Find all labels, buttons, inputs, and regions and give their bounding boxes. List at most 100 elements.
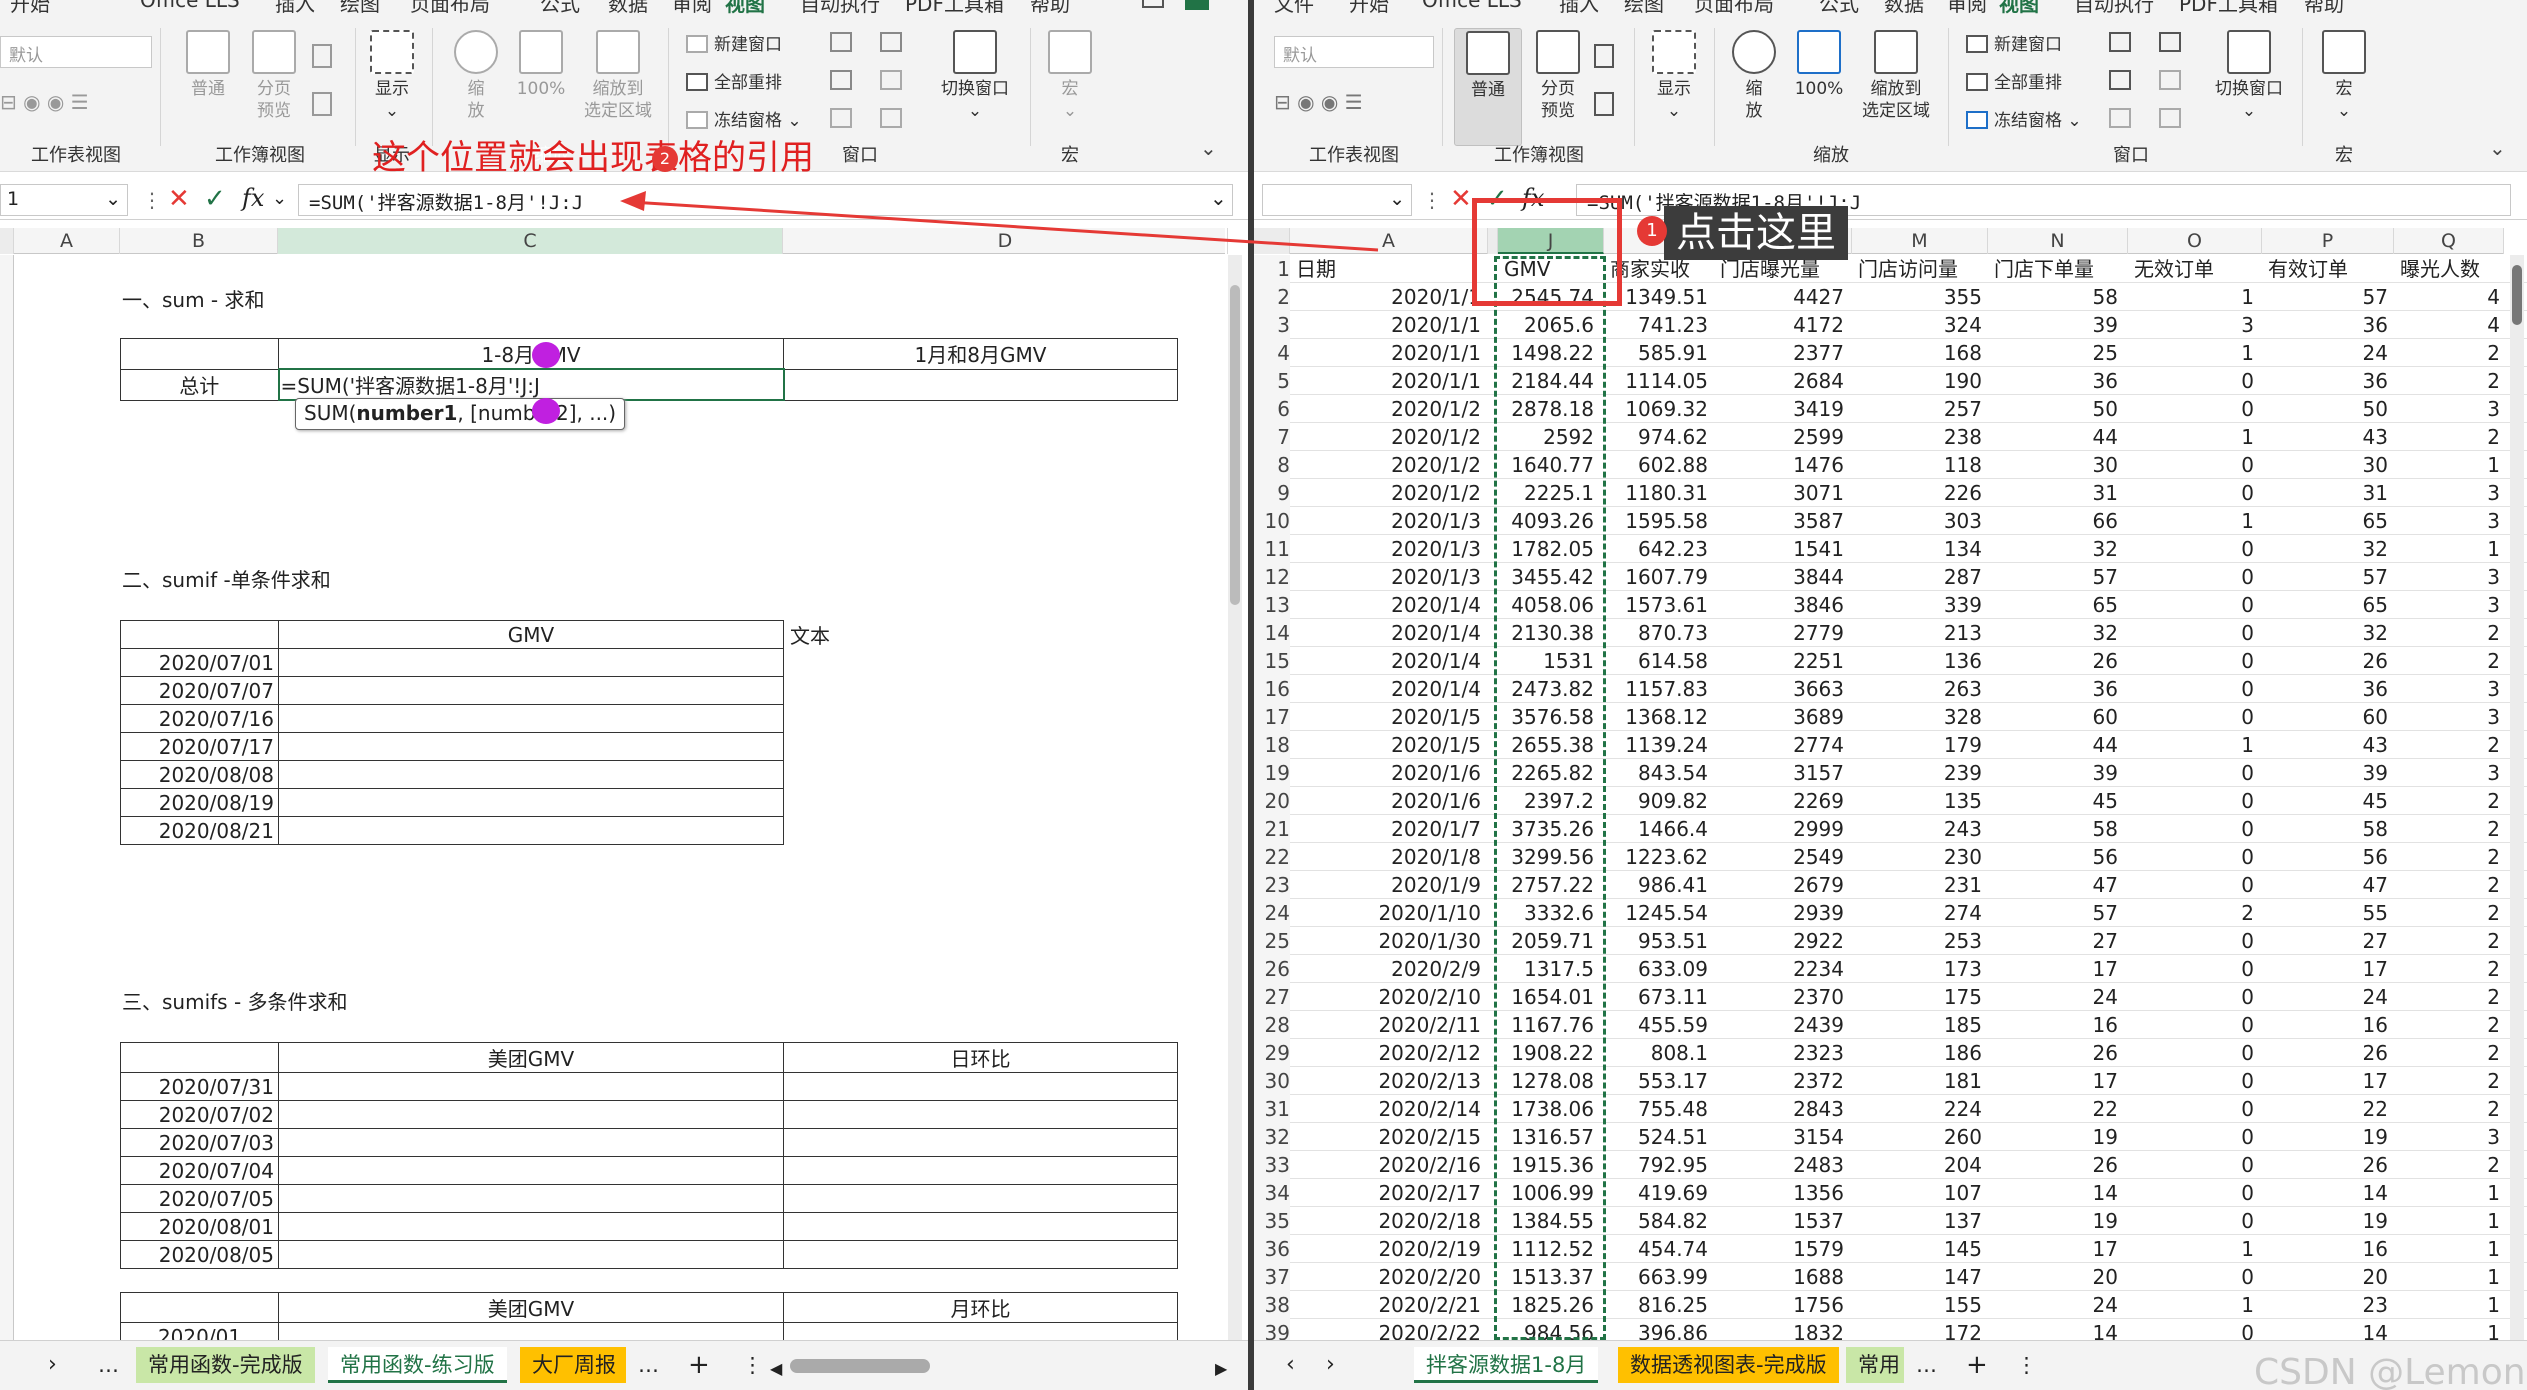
data-cell[interactable]: 2377 <box>1714 339 1848 367</box>
row-number[interactable]: 3 <box>1254 311 1290 339</box>
data-cell[interactable]: 792.95 <box>1604 1151 1712 1179</box>
data-cell[interactable]: 253 <box>1852 927 1986 955</box>
data-cell[interactable]: 1384.55 <box>1498 1207 1598 1235</box>
s3-header-1[interactable]: 美团GMV <box>278 1042 784 1073</box>
data-cell[interactable]: 2 <box>2394 339 2504 367</box>
data-cell[interactable]: 20 <box>1988 1263 2122 1291</box>
s2-date[interactable]: 2020/07/07 <box>120 676 279 705</box>
data-cell[interactable]: 19 <box>2262 1123 2392 1151</box>
data-cell[interactable]: 27 <box>1988 927 2122 955</box>
data-cell[interactable]: 57 <box>1988 899 2122 927</box>
s3-value[interactable] <box>278 1184 784 1213</box>
data-cell[interactable]: 2020/2/21 <box>1290 1291 1485 1319</box>
data-cell[interactable]: 0 <box>2128 1067 2258 1095</box>
data-cell[interactable]: 2439 <box>1714 1011 1848 1039</box>
data-cell[interactable]: 65 <box>1988 591 2122 619</box>
s2-date[interactable]: 2020/08/08 <box>120 760 279 789</box>
row-number[interactable]: 28 <box>1254 1011 1290 1039</box>
data-cell[interactable]: 2 <box>2394 619 2504 647</box>
data-cell[interactable]: 1 <box>2128 283 2258 311</box>
s3-date[interactable]: 2020/07/03 <box>120 1128 279 1157</box>
data-cell[interactable]: 3735.26 <box>1498 815 1598 843</box>
data-cell[interactable]: 1223.62 <box>1604 843 1712 871</box>
col-d[interactable]: D <box>783 228 1228 254</box>
data-cell[interactable]: 56 <box>2262 843 2392 871</box>
data-cell[interactable]: 2 <box>2394 787 2504 815</box>
new-window-button[interactable]: 新建窗口 <box>686 30 782 55</box>
data-cell[interactable]: 0 <box>2128 1151 2258 1179</box>
data-cell[interactable]: 2020/2/16 <box>1290 1151 1485 1179</box>
page-break-button[interactable]: 分页 预览 <box>1528 30 1588 122</box>
data-cell[interactable]: 2020/1/6 <box>1290 759 1485 787</box>
data-cell[interactable]: 2020/2/9 <box>1290 955 1485 983</box>
data-cell[interactable]: 32 <box>1988 619 2122 647</box>
column-header-cell[interactable]: 日期 <box>1290 255 1485 283</box>
data-cell[interactable]: 0 <box>2128 815 2258 843</box>
more-sheets-icon[interactable]: … <box>1904 1347 1949 1383</box>
data-cell[interactable]: 1498.22 <box>1498 339 1598 367</box>
sheet-tab-active[interactable]: 拌客源数据1-8月 <box>1414 1347 1599 1383</box>
data-cell[interactable]: 1782.05 <box>1498 535 1598 563</box>
sync-scroll-icon[interactable] <box>880 70 902 90</box>
more-sheets-icon[interactable]: … <box>86 1347 131 1383</box>
row-number[interactable]: 7 <box>1254 423 1290 451</box>
row-number[interactable]: 1 <box>1254 255 1290 283</box>
row-number[interactable]: 8 <box>1254 451 1290 479</box>
select-all-corner[interactable] <box>0 228 14 254</box>
data-cell[interactable]: 633.09 <box>1604 955 1712 983</box>
data-cell[interactable]: 1513.37 <box>1498 1263 1598 1291</box>
s3-date[interactable]: 2020/07/04 <box>120 1156 279 1185</box>
row-number[interactable]: 10 <box>1254 507 1290 535</box>
row-number[interactable]: 23 <box>1254 871 1290 899</box>
data-cell[interactable]: 2 <box>2394 367 2504 395</box>
data-cell[interactable]: 2020/1/1 <box>1290 283 1485 311</box>
column-header-cell[interactable]: 有效订单 <box>2262 255 2392 283</box>
macro-button[interactable]: 宏 ⌄ <box>2314 30 2374 122</box>
data-cell[interactable]: 23 <box>2262 1291 2392 1319</box>
col-q[interactable]: Q <box>2394 228 2504 254</box>
data-cell[interactable]: 66 <box>1988 507 2122 535</box>
data-cell[interactable]: 1531 <box>1498 647 1598 675</box>
data-cell[interactable]: 2020/1/2 <box>1290 451 1485 479</box>
macro-button[interactable]: 宏 ⌄ <box>1040 30 1100 122</box>
tab-view[interactable]: 视图 <box>1999 0 2039 14</box>
data-cell[interactable]: 257 <box>1852 395 1986 423</box>
enter-icon[interactable]: ✓ <box>204 184 226 214</box>
data-cell[interactable]: 2655.38 <box>1498 731 1598 759</box>
s4-header-1[interactable]: 美团GMV <box>278 1292 784 1323</box>
s3-value[interactable] <box>278 1072 784 1101</box>
data-cell[interactable]: 24 <box>1988 983 2122 1011</box>
data-cell[interactable]: 17 <box>1988 1067 2122 1095</box>
arrange-all-button[interactable]: 全部重排 <box>686 68 782 93</box>
normal-view-button[interactable]: 普通 <box>178 30 238 100</box>
data-cell[interactable]: 136 <box>1852 647 1986 675</box>
data-cell[interactable]: 1825.26 <box>1498 1291 1598 1319</box>
split-icon[interactable] <box>830 32 852 52</box>
collapse-ribbon-icon[interactable]: ⌄ <box>1200 136 1217 160</box>
data-cell[interactable]: 2323 <box>1714 1039 1848 1067</box>
data-cell[interactable]: 44 <box>1988 423 2122 451</box>
data-cell[interactable]: 2020/1/9 <box>1290 871 1485 899</box>
s2-date[interactable]: 2020/08/19 <box>120 788 279 817</box>
data-cell[interactable]: 145 <box>1852 1235 1986 1263</box>
data-cell[interactable]: 32 <box>2262 619 2392 647</box>
data-cell[interactable]: 60 <box>2262 703 2392 731</box>
prev-sheet-icon[interactable]: › <box>36 1347 69 1383</box>
s3-header-2[interactable]: 日环比 <box>783 1042 1178 1073</box>
data-cell[interactable]: 1 <box>2394 1207 2504 1235</box>
data-cell[interactable]: 843.54 <box>1604 759 1712 787</box>
data-cell[interactable]: 1908.22 <box>1498 1039 1598 1067</box>
data-cell[interactable]: 135 <box>1852 787 1986 815</box>
data-cell[interactable]: 2020/1/4 <box>1290 591 1485 619</box>
data-cell[interactable]: 3419 <box>1714 395 1848 423</box>
data-cell[interactable]: 2020/1/6 <box>1290 787 1485 815</box>
s2-value[interactable] <box>278 760 784 789</box>
data-cell[interactable]: 2020/1/4 <box>1290 675 1485 703</box>
tab-layout[interactable]: 页面布局 <box>410 0 490 14</box>
data-cell[interactable]: 0 <box>2128 451 2258 479</box>
data-cell[interactable]: 3 <box>2128 311 2258 339</box>
data-cell[interactable]: 4427 <box>1714 283 1848 311</box>
data-cell[interactable]: 1738.06 <box>1498 1095 1598 1123</box>
freeze-panes-button[interactable]: 冻结窗格 ⌄ <box>1966 106 2082 131</box>
column-header-cell[interactable]: 门店下单量 <box>1988 255 2122 283</box>
